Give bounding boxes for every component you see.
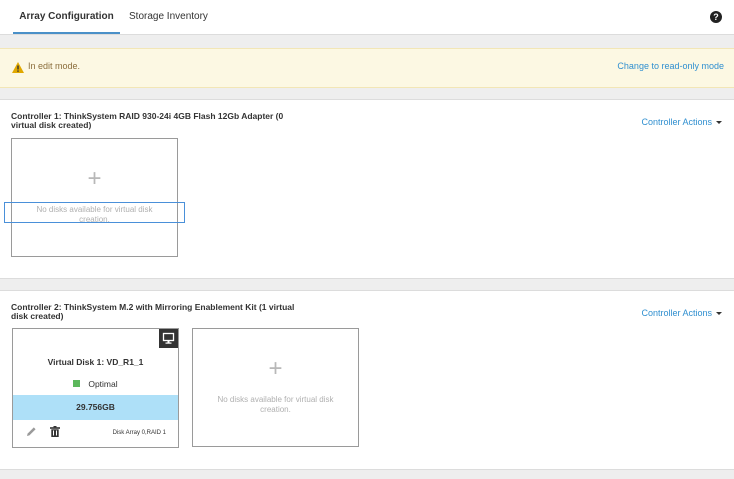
- edit-mode-text: In edit mode.: [28, 61, 81, 71]
- question-circle-icon[interactable]: ?: [710, 11, 722, 23]
- monitor-icon[interactable]: [159, 329, 178, 348]
- controller-1-title: Controller 1: ThinkSystem RAID 930-24i 4…: [11, 111, 284, 130]
- virtual-disk-status: Optimal: [13, 379, 178, 389]
- caret-down-icon: [716, 121, 722, 125]
- pencil-icon[interactable]: [26, 426, 37, 437]
- add-virtual-disk-card[interactable]: + No disks available for virtual disk cr…: [192, 328, 359, 447]
- add-virtual-disk-card[interactable]: + No disks available for virtual disk cr…: [11, 138, 178, 257]
- status-text: Optimal: [88, 379, 118, 389]
- disk-array-raid-label: Disk Array 0,RAID 1: [112, 430, 166, 436]
- controller-2-actions-dropdown[interactable]: Controller Actions: [641, 308, 722, 318]
- plus-icon: +: [87, 165, 102, 192]
- virtual-disk-card: Virtual Disk 1: VD_R1_1 Optimal 29.756GB…: [12, 328, 179, 448]
- controller-1-panel: Controller 1: ThinkSystem RAID 930-24i 4…: [0, 99, 734, 279]
- trash-icon[interactable]: [50, 426, 60, 437]
- focus-outline: [4, 202, 185, 223]
- tab-array-configuration[interactable]: Array Configuration: [13, 0, 120, 34]
- status-square-icon: [73, 380, 81, 388]
- controller-2-title: Controller 2: ThinkSystem M.2 with Mirro…: [11, 302, 295, 321]
- read-only-mode-link[interactable]: Change to read-only mode: [617, 61, 724, 71]
- controller-2-panel: Controller 2: ThinkSystem M.2 with Mirro…: [0, 290, 734, 470]
- warning-triangle-icon: [12, 62, 24, 73]
- virtual-disk-size: 29.756GB: [13, 395, 178, 420]
- tab-storage-inventory[interactable]: Storage Inventory: [129, 0, 208, 34]
- controller-actions-label: Controller Actions: [641, 308, 712, 318]
- plus-icon: +: [268, 355, 283, 382]
- controller-1-actions-dropdown[interactable]: Controller Actions: [641, 117, 722, 127]
- edit-mode-banner: In edit mode. Change to read-only mode: [0, 48, 734, 88]
- no-disks-text: No disks available for virtual disk crea…: [217, 395, 334, 414]
- caret-down-icon: [716, 312, 722, 316]
- tab-bar: Array Configuration Storage Inventory ?: [0, 0, 734, 35]
- controller-actions-label: Controller Actions: [641, 117, 712, 127]
- virtual-disk-name: Virtual Disk 1: VD_R1_1: [47, 357, 144, 367]
